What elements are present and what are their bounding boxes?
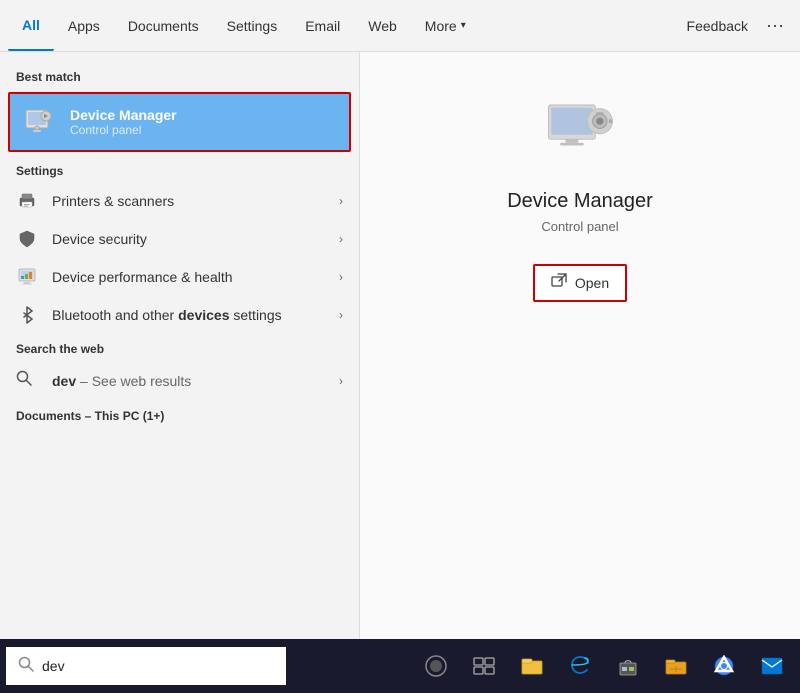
taskbar-right	[414, 646, 794, 686]
chrome-button[interactable]	[704, 646, 744, 686]
search-icon	[18, 656, 34, 677]
right-panel: Device Manager Control panel Open	[360, 52, 800, 639]
settings-item-device-security[interactable]: Device security ›	[0, 220, 359, 258]
mail-button[interactable]	[752, 646, 792, 686]
device-security-label: Device security	[52, 231, 339, 247]
more-dots-button[interactable]: ···	[758, 11, 792, 40]
content-area: Best match Device Manager Control panel …	[0, 52, 800, 639]
store-button[interactable]	[608, 646, 648, 686]
bluetooth-icon	[16, 306, 38, 324]
chevron-right-icon: ›	[339, 308, 343, 322]
shield-icon	[16, 230, 38, 248]
search-web-label: Search the web	[0, 334, 359, 360]
bluetooth-label: Bluetooth and other devices settings	[52, 307, 339, 323]
settings-item-device-perf[interactable]: Device performance & health ›	[0, 258, 359, 296]
file-manager-button[interactable]	[656, 646, 696, 686]
file-explorer-button[interactable]	[512, 646, 552, 686]
best-match-item[interactable]: Device Manager Control panel	[8, 92, 351, 152]
settings-item-bluetooth[interactable]: Bluetooth and other devices settings ›	[0, 296, 359, 334]
web-search-text: dev – See web results	[52, 373, 191, 389]
open-button[interactable]: Open	[533, 264, 627, 302]
right-title: Device Manager	[507, 190, 653, 213]
web-see-results: – See web results	[76, 373, 191, 389]
best-match-subtitle: Control panel	[70, 123, 177, 137]
device-manager-large-icon	[540, 92, 620, 172]
taskbar-search-input[interactable]	[42, 658, 274, 674]
documents-label: Documents – This PC (1+)	[0, 401, 359, 431]
chevron-right-icon: ›	[339, 194, 343, 208]
tab-all[interactable]: All	[8, 0, 54, 51]
tab-web[interactable]: Web	[354, 0, 411, 51]
performance-icon	[16, 268, 38, 286]
tab-more[interactable]: More ▾	[411, 0, 480, 51]
left-panel: Best match Device Manager Control panel …	[0, 52, 360, 639]
open-external-icon	[551, 273, 567, 293]
taskbar	[0, 639, 800, 693]
task-view-button[interactable]	[464, 646, 504, 686]
search-web-icon	[16, 370, 38, 391]
cortana-button[interactable]	[416, 646, 456, 686]
chevron-right-icon: ›	[339, 232, 343, 246]
printer-icon	[16, 192, 38, 210]
chevron-right-icon: ›	[339, 270, 343, 284]
best-match-label: Best match	[0, 62, 359, 88]
best-match-title: Device Manager	[70, 107, 177, 123]
feedback-button[interactable]: Feedback	[677, 12, 758, 40]
settings-label: Settings	[0, 156, 359, 182]
device-perf-label: Device performance & health	[52, 269, 339, 285]
tab-documents[interactable]: Documents	[114, 0, 213, 51]
top-nav: All Apps Documents Settings Email Web Mo…	[0, 0, 800, 52]
tab-email[interactable]: Email	[291, 0, 354, 51]
best-match-text: Device Manager Control panel	[70, 107, 177, 137]
device-manager-small-icon	[22, 104, 58, 140]
right-subtitle: Control panel	[541, 219, 618, 234]
tab-settings[interactable]: Settings	[213, 0, 292, 51]
web-chevron-right-icon: ›	[339, 374, 343, 388]
settings-item-printers[interactable]: Printers & scanners ›	[0, 182, 359, 220]
web-search-item[interactable]: dev – See web results ›	[0, 360, 359, 401]
printers-label: Printers & scanners	[52, 193, 339, 209]
search-box[interactable]	[6, 647, 286, 685]
web-query: dev	[52, 373, 76, 389]
chevron-down-icon: ▾	[461, 20, 466, 31]
tab-apps[interactable]: Apps	[54, 0, 114, 51]
open-label: Open	[575, 275, 609, 291]
edge-button[interactable]	[560, 646, 600, 686]
